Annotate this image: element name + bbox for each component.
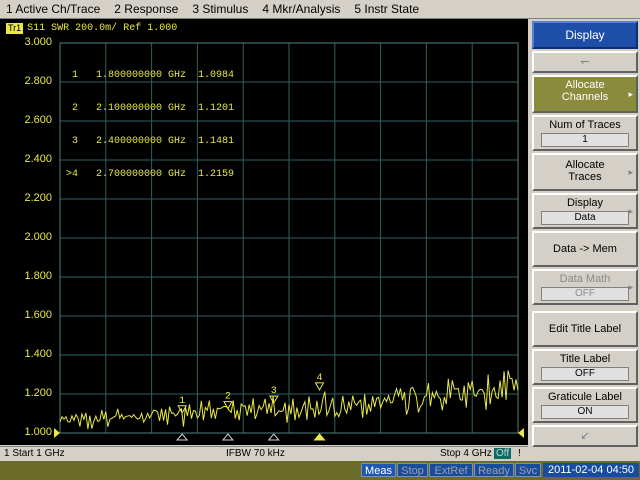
marker-label: 4 <box>317 373 323 384</box>
title-label-value: OFF <box>541 367 629 381</box>
num-of-traces-button[interactable]: Num of Traces 1 <box>532 115 638 151</box>
stop-indicator: Stop <box>397 463 428 477</box>
menu-instr-state[interactable]: 5 Instr State <box>354 2 419 16</box>
stimulus-marker <box>176 433 189 441</box>
graticule-label-button[interactable]: Graticule Label ON <box>532 387 638 423</box>
y-tick-label: 2.400 <box>24 153 52 165</box>
y-tick-label: 1.000 <box>24 426 52 438</box>
datetime-display: 2011-02-04 04:50 <box>543 463 639 477</box>
num-of-traces-value: 1 <box>541 133 629 147</box>
trace-badge[interactable]: Tr1 <box>6 23 24 34</box>
graticule-label-label: Graticule Label <box>548 391 622 403</box>
marker-row: 2 2.100000000 GHz 1.1201 <box>66 103 235 114</box>
allocate-channels-button[interactable]: Allocate Channels ▸ <box>532 75 638 113</box>
extref-indicator: ExtRef <box>429 463 473 477</box>
allocate-channels-label: Allocate Channels <box>561 79 609 103</box>
stop-frequency[interactable]: Stop 4 GHz <box>440 448 492 459</box>
y-tick-label: 1.800 <box>24 270 52 282</box>
menu-bar: 1 Active Ch/Trace 2 Response 3 Stimulus … <box>0 0 640 19</box>
marker-table: 1 1.800000000 GHz 1.0984 2 2.100000000 G… <box>66 48 234 202</box>
display-value: Data <box>541 211 629 225</box>
y-tick-label: 1.400 <box>24 348 52 360</box>
menu-mkr-analysis[interactable]: 4 Mkr/Analysis <box>262 2 340 16</box>
y-tick-label: 2.600 <box>24 114 52 126</box>
data-to-mem-button[interactable]: Data -> Mem <box>532 231 638 267</box>
meas-indicator: Meas <box>361 463 396 477</box>
trace-header: Tr1 S11 SWR 200.0m/ Ref 1.000 <box>6 23 177 34</box>
softkey-title-label: Display <box>565 28 605 42</box>
return-arrow-icon: ↽ <box>580 56 590 68</box>
data-math-button[interactable]: Data Math OFF ▸ <box>532 269 638 305</box>
allocate-traces-button[interactable]: Allocate Traces ▸ <box>532 153 638 191</box>
menu-stimulus[interactable]: 3 Stimulus <box>192 2 248 16</box>
display-data-button[interactable]: Display Data ▸ <box>532 193 638 229</box>
edit-title-label-label: Edit Title Label <box>548 323 622 335</box>
y-tick-label: 2.800 <box>24 75 52 87</box>
data-to-mem-label: Data -> Mem <box>553 243 617 255</box>
stimulus-marker <box>313 433 326 441</box>
data-math-value: OFF <box>541 287 629 301</box>
menu-response[interactable]: 2 Response <box>114 2 178 16</box>
marker-row: 1 1.800000000 GHz 1.0984 <box>66 70 235 81</box>
reference-right-arrow <box>518 428 524 438</box>
svc-indicator: Svc <box>515 463 541 477</box>
softkey-menu-title[interactable]: Display <box>532 21 638 49</box>
trace-format-label: S11 SWR 200.0m/ Ref 1.000 <box>27 23 178 34</box>
more-arrow-icon: ↙ <box>580 430 590 442</box>
more-softkeys-button[interactable]: ↙ <box>532 425 638 447</box>
graticule-label-value: ON <box>541 405 629 419</box>
off-indicator: Off <box>494 448 512 459</box>
title-label-label: Title Label <box>559 353 611 365</box>
marker-triangle <box>314 382 325 391</box>
data-math-label: Data Math <box>559 273 611 285</box>
submenu-arrow-icon: ▸ <box>628 282 633 292</box>
softkey-panel: Display ↽ Allocate Channels ▸ Num of Tra… <box>530 19 640 460</box>
stimulus-marker <box>221 433 235 441</box>
marker-row: 3 2.400000000 GHz 1.1481 <box>66 136 235 147</box>
channel-status-bar: 1 Start 1 GHz IFBW 70 kHz Stop 4 GHz Off… <box>0 446 528 461</box>
title-label-button[interactable]: Title Label OFF <box>532 349 638 385</box>
trace-plot: 1 2 3 4 Tr1 S11 SWR 200.0m/ Ref 1.000 1 1.8… <box>0 19 528 445</box>
marker-label: 3 <box>271 386 277 397</box>
reference-left-arrow <box>54 428 60 438</box>
num-of-traces-label: Num of Traces <box>549 119 621 131</box>
menu-active-ch-trace[interactable]: 1 Active Ch/Trace <box>6 2 100 16</box>
start-frequency[interactable]: 1 Start 1 GHz <box>4 448 65 459</box>
return-button[interactable]: ↽ <box>532 51 638 73</box>
channel-indicator: ! <box>518 448 521 459</box>
y-tick-label: 3.000 <box>24 36 52 48</box>
instrument-status-bar: Meas Stop ExtRef Ready Svc 2011-02-04 04… <box>0 461 640 480</box>
marker-label: 1 <box>179 396 185 407</box>
allocate-traces-label: Allocate Traces <box>565 159 605 183</box>
y-tick-label: 1.200 <box>24 387 52 399</box>
submenu-arrow-icon: ▸ <box>628 167 633 177</box>
edit-title-label-button[interactable]: Edit Title Label <box>532 311 638 347</box>
marker-row: >4 2.700000000 GHz 1.2159 <box>66 169 235 180</box>
submenu-arrow-icon: ▸ <box>628 89 633 99</box>
submenu-arrow-icon: ▸ <box>628 206 633 216</box>
y-tick-label: 1.600 <box>24 309 52 321</box>
y-tick-label: 2.200 <box>24 192 52 204</box>
marker-label: 2 <box>225 392 231 403</box>
ready-indicator: Ready <box>474 463 514 477</box>
stimulus-marker <box>267 433 280 441</box>
y-tick-label: 2.000 <box>24 231 52 243</box>
ifbw-value[interactable]: IFBW 70 kHz <box>226 448 285 459</box>
display-label: Display <box>566 197 604 209</box>
